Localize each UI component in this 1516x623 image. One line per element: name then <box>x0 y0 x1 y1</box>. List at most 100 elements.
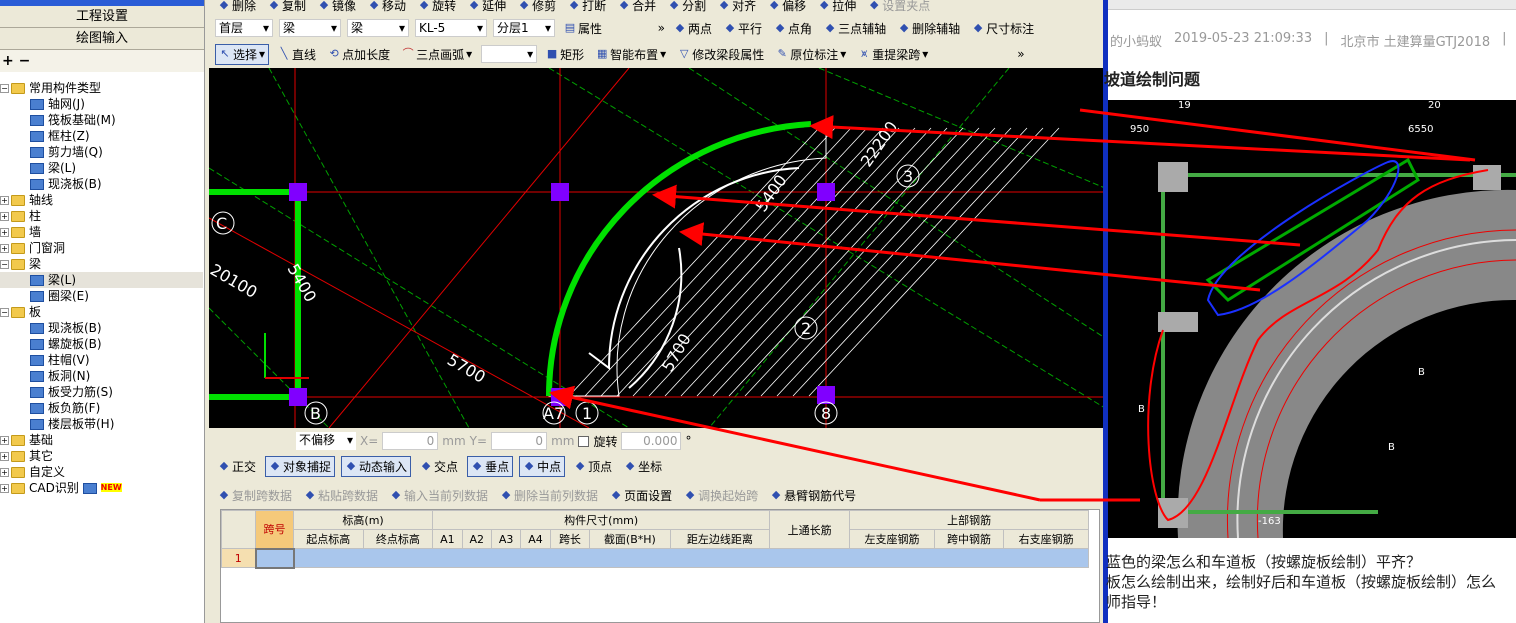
tree-item[interactable]: + 墙 <box>0 224 203 240</box>
toolbar-button[interactable]: ◆ 输入当前列数据 <box>387 486 491 505</box>
toolbar-button[interactable]: ◆ 删除 <box>215 0 259 15</box>
toolbar-button[interactable]: ◆ 点角 <box>771 19 815 38</box>
toolbar-button[interactable]: ◆ 顶点 <box>571 457 615 476</box>
line-button[interactable]: ╲ 直线 <box>275 45 319 64</box>
tree-item[interactable]: + 柱 <box>0 208 203 224</box>
beam-nodes[interactable] <box>289 183 835 406</box>
floor-select[interactable]: 首层 ▾ <box>215 19 273 37</box>
tree-item[interactable]: + CAD识别 NEW <box>0 480 203 496</box>
toolbar-button[interactable]: ◆ 垂点 <box>467 455 514 477</box>
toolbar-button[interactable]: ◆ 调换起始跨 <box>681 486 761 505</box>
tree-item[interactable]: 板负筋(F) <box>0 400 203 416</box>
toolbar-button[interactable]: ◆ 对齐 <box>715 0 759 15</box>
tree-item[interactable]: + 自定义 <box>0 464 203 480</box>
x-input[interactable]: 0 <box>382 432 439 450</box>
toolbar-button[interactable]: ◆ 尺寸标注 <box>969 19 1037 38</box>
tree-item[interactable]: 现浇板(B) <box>0 176 203 192</box>
offset-mode-select[interactable]: 不偏移 ▾ <box>296 432 356 450</box>
modify-beam-property-button[interactable]: ▽ 修改梁段属性 <box>675 45 767 64</box>
tree-item[interactable]: + 其它 <box>0 448 203 464</box>
toolbar-button[interactable]: ◆ 删除辅轴 <box>895 19 963 38</box>
author-link[interactable]: 的小蚂蚁 <box>1110 31 1162 50</box>
toolbar-button[interactable]: ◆ 动态输入 <box>341 455 412 477</box>
toolbar-button[interactable]: ◆ 设置夹点 <box>865 0 933 15</box>
browser-tabs[interactable] <box>1108 0 1516 10</box>
arc-mode-select[interactable]: ▾ <box>481 45 538 63</box>
toolbar-button[interactable]: ◆ 悬臂钢筋代号 <box>767 486 859 505</box>
attached-drawing[interactable]: 19 20 950 6550 -163 B B B <box>1108 100 1516 538</box>
component-select[interactable]: KL-5 ▾ <box>415 19 487 37</box>
toolbar-button[interactable]: ◆ 镜像 <box>315 0 359 15</box>
three-point-arc-button[interactable]: ⌒ 三点画弧 ▾ <box>399 45 475 64</box>
tree-item[interactable]: 板受力筋(S) <box>0 384 203 400</box>
tree-item[interactable]: + 门窗洞 <box>0 240 203 256</box>
tree-item[interactable]: 圈梁(E) <box>0 288 203 304</box>
toolbar-button[interactable]: ◆ 旋转 <box>415 0 459 15</box>
toolbar-button[interactable]: ◆ 三点辅轴 <box>821 19 889 38</box>
expand-toggle[interactable]: + <box>0 228 9 237</box>
rotate-checkbox[interactable] <box>578 435 590 447</box>
toolbar-button[interactable]: ◆ 拉伸 <box>815 0 859 15</box>
toolbar-button[interactable]: ◆ 合并 <box>615 0 659 15</box>
project-settings-button[interactable]: 工程设置 <box>0 6 204 28</box>
expand-toggle[interactable]: − <box>0 308 9 317</box>
tree-item[interactable]: 现浇板(B) <box>0 320 203 336</box>
tree-item[interactable]: 柱帽(V) <box>0 352 203 368</box>
tree-item[interactable]: 楼层板带(H) <box>0 416 203 432</box>
relift-span-button[interactable]: ⩙ 重提梁跨 ▾ <box>855 45 931 64</box>
expand-toggle[interactable]: + <box>0 212 9 221</box>
point-length-button[interactable]: ⟲ 点加长度 <box>325 45 393 64</box>
toolbar-button[interactable]: ◆ 分割 <box>665 0 709 15</box>
tree-item[interactable]: 剪力墙(Q) <box>0 144 203 160</box>
tree-item[interactable]: − 常用构件类型 <box>0 80 203 96</box>
toolbar-button[interactable]: ◆ 打断 <box>565 0 609 15</box>
expand-toggle[interactable]: + <box>0 468 9 477</box>
more-button[interactable]: » <box>611 21 665 35</box>
tree-item[interactable]: 梁(L) <box>0 272 203 288</box>
inplace-annotation-button[interactable]: ✎ 原位标注 ▾ <box>773 45 849 64</box>
cad-canvas[interactable]: C B A7 1 8 2 3 20100 5400 5700 5400 5700… <box>209 68 1105 428</box>
smart-layout-button[interactable]: ▦ 智能布置 ▾ <box>593 45 669 64</box>
category-select[interactable]: 梁 ▾ <box>279 19 341 37</box>
toolbar-button[interactable]: ◆ 平行 <box>721 19 765 38</box>
more-button-2[interactable]: » <box>1017 47 1024 61</box>
layer-select[interactable]: 分层1 ▾ <box>493 19 555 37</box>
row-cells[interactable] <box>293 548 1089 568</box>
tree-item[interactable]: 筏板基础(M) <box>0 112 203 128</box>
property-button[interactable]: ▤ 属性 <box>561 19 605 38</box>
tree-item[interactable]: 螺旋板(B) <box>0 336 203 352</box>
expand-toggle[interactable]: + <box>0 436 9 445</box>
toolbar-button[interactable]: ◆ 中点 <box>519 455 566 477</box>
toolbar-button[interactable]: ◆ 交点 <box>417 457 461 476</box>
expand-toggle[interactable]: + <box>0 196 9 205</box>
rotate-input[interactable]: 0.000 <box>621 432 682 450</box>
toolbar-button[interactable]: ◆ 移动 <box>365 0 409 15</box>
toolbar-button[interactable]: ◆ 复制跨数据 <box>215 486 295 505</box>
toolbar-button[interactable]: ◆ 复制 <box>265 0 309 15</box>
toolbar-button[interactable]: ◆ 粘贴跨数据 <box>301 486 381 505</box>
expand-toggle[interactable]: − <box>0 260 9 269</box>
tree-item[interactable]: − 板 <box>0 304 203 320</box>
tree-item[interactable]: 梁(L) <box>0 160 203 176</box>
type-select[interactable]: 梁 ▾ <box>347 19 409 37</box>
table-row[interactable]: 1 <box>221 547 1089 569</box>
rectangle-button[interactable]: ■ 矩形 <box>543 45 587 64</box>
toolbar-button[interactable]: ◆ 正交 <box>215 457 259 476</box>
tree-item[interactable]: 框柱(Z) <box>0 128 203 144</box>
toolbar-button[interactable]: ◆ 页面设置 <box>607 486 675 505</box>
expand-toggle[interactable]: − <box>0 84 9 93</box>
tree-item[interactable]: − 梁 <box>0 256 203 272</box>
span-number-cell[interactable] <box>254 547 295 569</box>
expand-toggle[interactable]: + <box>0 244 9 253</box>
toolbar-button[interactable]: ◆ 坐标 <box>621 457 665 476</box>
drawing-input-button[interactable]: 绘图输入 <box>0 28 204 50</box>
tree-item[interactable]: 轴网(J) <box>0 96 203 112</box>
toolbar-button[interactable]: ◆ 修剪 <box>515 0 559 15</box>
expand-toggle[interactable]: + <box>0 484 9 493</box>
toolbar-button[interactable]: ◆ 延伸 <box>465 0 509 15</box>
select-button[interactable]: ↖ 选择 ▾ <box>215 43 270 65</box>
toolbar-button[interactable]: ◆ 偏移 <box>765 0 809 15</box>
y-input[interactable]: 0 <box>491 432 548 450</box>
tree-item[interactable]: 板洞(N) <box>0 368 203 384</box>
toolbar-button[interactable]: ◆ 对象捕捉 <box>265 455 336 477</box>
